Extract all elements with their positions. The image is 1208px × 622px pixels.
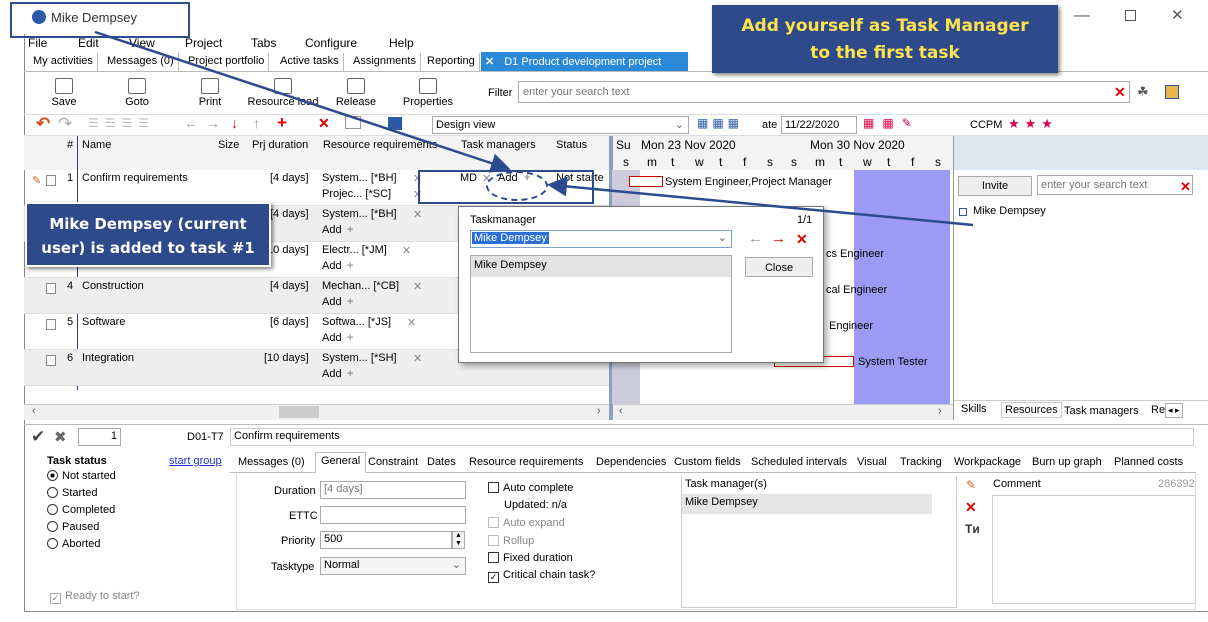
- arrow-title-to-add: [94, 30, 511, 173]
- arrow-person-to-add: [547, 176, 974, 227]
- annotation-arrows: [94, 30, 974, 227]
